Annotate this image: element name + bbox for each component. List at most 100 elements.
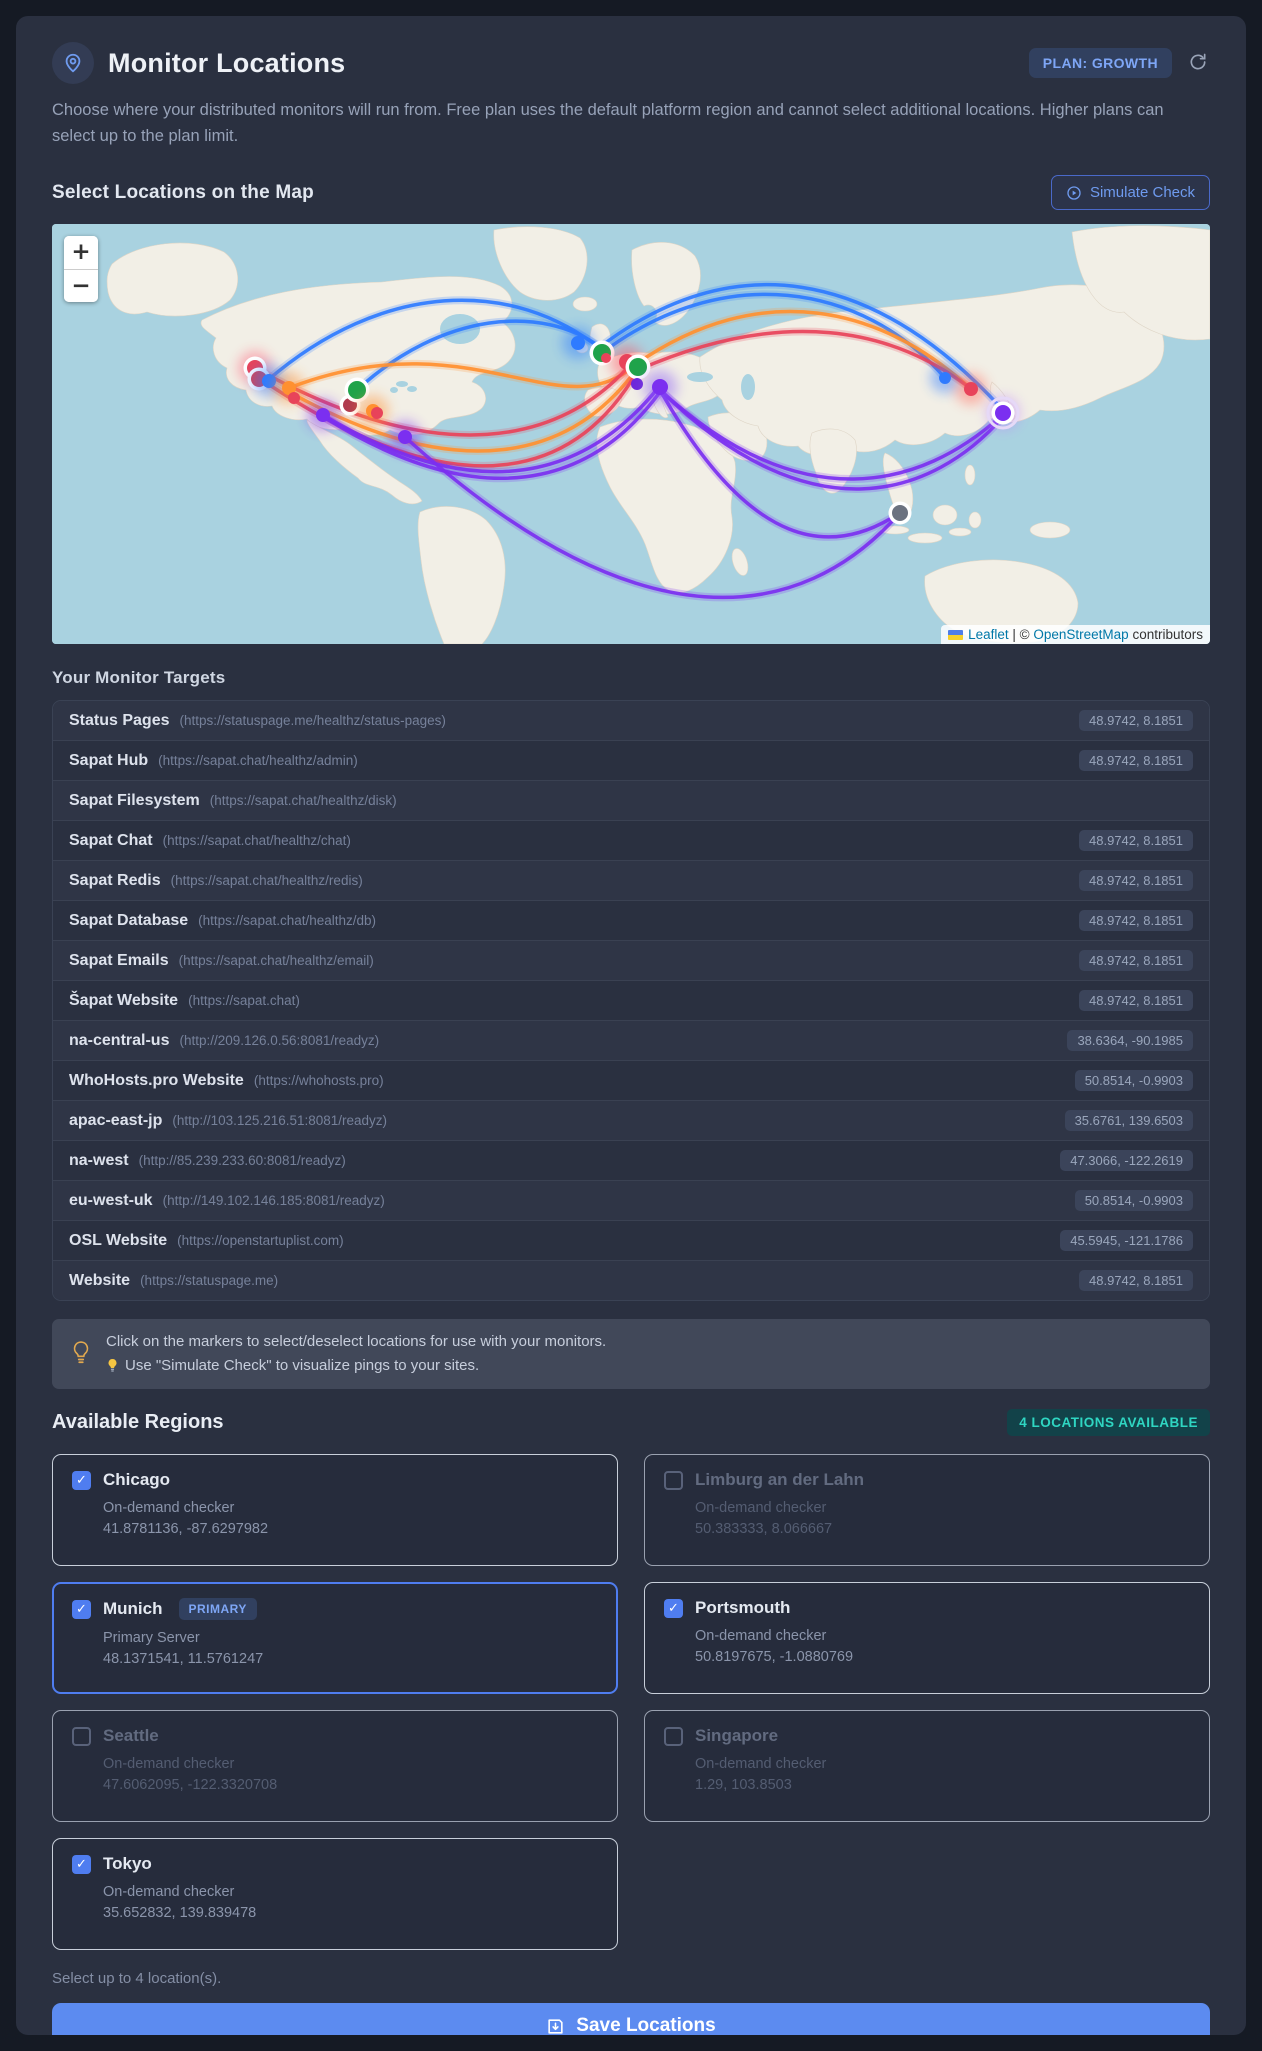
region-card-chicago[interactable]: ✓ Chicago On-demand checker 41.8781136, -87…: [52, 1454, 618, 1567]
region-name: Munich: [103, 1599, 163, 1619]
tip-box: Click on the markers to select/deselect …: [52, 1319, 1210, 1390]
map-canvas: [52, 224, 1210, 645]
target-coords-badge: 48.9742, 8.1851: [1079, 830, 1193, 852]
leaflet-link[interactable]: Leaflet: [968, 627, 1009, 642]
target-coords-badge: 48.9742, 8.1851: [1079, 910, 1193, 932]
target-row: na-central-us (http://209.126.0.56:8081/r…: [53, 1020, 1209, 1061]
region-name: Tokyo: [103, 1854, 152, 1874]
target-coords-badge: 50.8514, -0.9903: [1074, 1190, 1193, 1212]
target-row: Sapat Filesystem (https://sapat.chat/heal…: [53, 780, 1209, 821]
target-name: Sapat Filesystem: [69, 791, 200, 809]
region-checkbox[interactable]: ✓: [72, 1599, 91, 1619]
limit-note: Select up to 4 location(s).: [52, 1970, 222, 1988]
region-checkbox[interactable]: [664, 1726, 683, 1746]
target-url: (https://sapat.chat/healthz/email): [178, 953, 374, 969]
world-map[interactable]: + − Leaflet | © OpenStreetMap contributo…: [52, 224, 1210, 645]
target-name: Website: [69, 1271, 131, 1289]
zoom-in-button[interactable]: +: [64, 236, 98, 270]
save-icon: [548, 2019, 563, 2034]
region-checkbox[interactable]: [72, 1726, 91, 1746]
marker-purple-1[interactable]: [307, 399, 339, 432]
marker-red-uk[interactable]: [601, 353, 611, 364]
region-card-singapore[interactable]: Singapore On-demand checker 1.29, 103.8503: [644, 1710, 1210, 1823]
region-checkbox[interactable]: ✓: [72, 1470, 91, 1490]
target-url: (https://sapat.chat/healthz/db): [198, 913, 377, 929]
target-row: Sapat Hub (https://sapat.chat/healthz/adm…: [53, 740, 1209, 780]
target-name: Sapat Hub: [69, 751, 149, 769]
region-coords: 47.6062095, -122.3320708: [103, 1777, 278, 1794]
target-row: Sapat Chat (https://sapat.chat/healthz/ch…: [53, 820, 1209, 860]
regions-grid: ✓ Chicago On-demand checker 41.8781136, -87…: [52, 1454, 1210, 1951]
target-coords-badge: 48.9742, 8.1851: [1079, 710, 1193, 732]
map-zoom-control: + −: [64, 236, 98, 303]
bulb-emoji-icon: [108, 1359, 117, 1372]
zoom-out-button[interactable]: −: [64, 269, 98, 303]
target-url: (http://85.239.233.60:8081/readyz): [138, 1153, 346, 1169]
target-url: (https://sapat.chat): [188, 993, 300, 1009]
target-name: Sapat Redis: [69, 871, 161, 889]
simulate-check-button[interactable]: Simulate Check: [1050, 175, 1210, 211]
map-attribution: Leaflet | © OpenStreetMap contributors: [941, 625, 1210, 645]
marker-tokyo-purple[interactable]: [986, 396, 1020, 431]
target-url: (https://sapat.chat/healthz/chat): [162, 833, 351, 849]
region-checkbox[interactable]: [664, 1470, 683, 1490]
target-url: (https://sapat.chat/healthz/admin): [158, 753, 358, 769]
target-name: Status Pages: [69, 711, 170, 729]
marker-purple-small[interactable]: [631, 378, 643, 391]
region-subtitle: On-demand checker: [695, 1628, 827, 1645]
region-name: Portsmouth: [695, 1598, 791, 1618]
target-name: apac-east-jp: [69, 1111, 163, 1129]
marker-red-1[interactable]: [288, 392, 300, 405]
marker-red-2[interactable]: [371, 407, 383, 420]
ukraine-flag-icon: [948, 629, 964, 640]
targets-list: Status Pages (https://statuspage.me/healt…: [52, 700, 1210, 1302]
region-card-limburg-an-der-lahn[interactable]: Limburg an der Lahn On-demand checker 50.3…: [644, 1454, 1210, 1567]
target-coords-badge: 50.8514, -0.9903: [1074, 1070, 1193, 1092]
region-card-portsmouth[interactable]: ✓ Portsmouth On-demand checker 50.8197675, …: [644, 1582, 1210, 1695]
map-section-title: Select Locations on the Map: [52, 181, 314, 203]
location-pin-icon: [52, 42, 94, 84]
region-card-seattle[interactable]: Seattle On-demand checker 47.6062095, -122…: [52, 1710, 618, 1823]
locations-available-badge: 4 LOCATIONS AVAILABLE: [1007, 1409, 1210, 1437]
marker-purple-italy[interactable]: [643, 370, 677, 405]
target-name: Sapat Database: [69, 911, 189, 929]
region-checkbox[interactable]: ✓: [72, 1854, 91, 1874]
tip-line-1: Click on the markers to select/deselect …: [106, 1333, 607, 1351]
target-url: (https://statuspage.me): [140, 1273, 279, 1289]
target-row: Šapat Website (https://sapat.chat) 48.9742…: [53, 980, 1209, 1020]
region-card-tokyo[interactable]: ✓ Tokyo On-demand checker 35.652832, 139.83…: [52, 1838, 618, 1951]
target-coords-badge: 35.6761, 139.6503: [1064, 1110, 1193, 1132]
target-name: na-west: [69, 1151, 129, 1169]
region-coords: 41.8781136, -87.6297982: [103, 1521, 269, 1538]
marker-purple-2[interactable]: [389, 421, 421, 454]
osm-link[interactable]: OpenStreetMap: [1033, 627, 1128, 642]
target-coords-badge: 48.9742, 8.1851: [1079, 870, 1193, 892]
target-row: Sapat Redis (https://sapat.chat/healthz/r…: [53, 860, 1209, 901]
target-name: WhoHosts.pro Website: [69, 1071, 244, 1089]
region-coords: 35.652832, 139.839478: [103, 1905, 257, 1922]
target-coords-badge: 48.9742, 8.1851: [1079, 1270, 1193, 1292]
marker-blue-uk[interactable]: [562, 327, 594, 360]
target-url: (https://openstartuplist.com): [177, 1233, 344, 1249]
region-card-munich[interactable]: ✓ Munich PRIMARY Primary Server 48.1371541, …: [52, 1582, 618, 1695]
target-row: OSL Website (https://openstartuplist.com)…: [53, 1220, 1209, 1260]
target-row: eu-west-uk (http://149.102.146.185:8081/r…: [53, 1180, 1209, 1221]
save-locations-button[interactable]: Save Locations: [52, 2003, 1210, 2035]
region-name: Chicago: [103, 1470, 171, 1490]
region-subtitle: On-demand checker: [695, 1500, 827, 1517]
target-url: (https://statuspage.me/healthz/status-pa…: [179, 713, 446, 729]
region-subtitle: On-demand checker: [695, 1756, 827, 1773]
target-url: (https://sapat.chat/healthz/redis): [170, 873, 363, 889]
target-name: na-central-us: [69, 1031, 170, 1049]
target-coords-badge: 47.3066, -122.2619: [1060, 1150, 1193, 1172]
primary-badge: PRIMARY: [178, 1598, 257, 1621]
targets-heading: Your Monitor Targets: [52, 668, 226, 688]
marker-munich-green[interactable]: [625, 354, 651, 380]
marker-singapore-gray[interactable]: [888, 501, 912, 525]
region-coords: 50.8197675, -1.0880769: [695, 1649, 854, 1666]
region-checkbox[interactable]: ✓: [664, 1598, 683, 1618]
lightbulb-icon: [73, 1341, 89, 1364]
target-row: na-west (http://85.239.233.60:8081/readyz…: [53, 1140, 1209, 1180]
refresh-button[interactable]: [1186, 50, 1210, 77]
marker-red-asia[interactable]: [955, 373, 987, 406]
